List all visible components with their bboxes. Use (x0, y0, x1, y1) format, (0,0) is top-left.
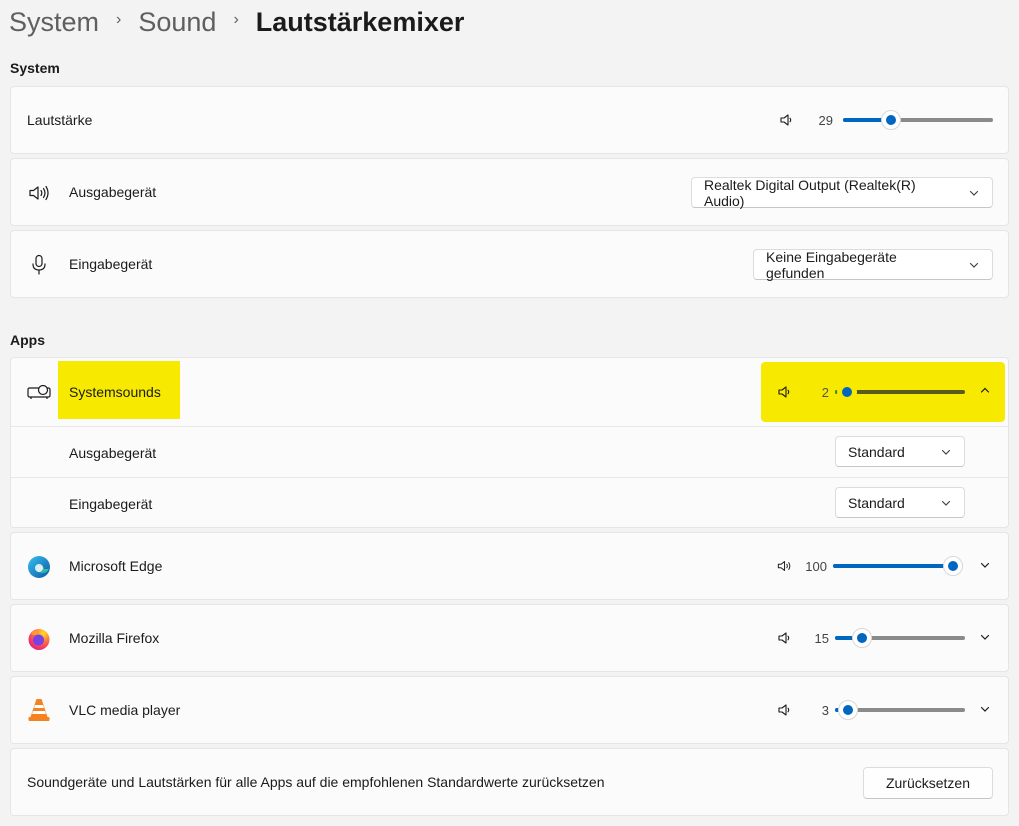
chevron-down-icon (979, 558, 991, 576)
app-output-dropdown[interactable]: Standard (835, 436, 965, 467)
speaker-low-icon[interactable] (777, 384, 793, 400)
slider-thumb[interactable] (880, 110, 901, 130)
app-volume-slider[interactable] (835, 628, 965, 648)
slider-thumb[interactable] (943, 556, 963, 576)
app-card-firefox: Mozilla Firefox 15 (10, 604, 1009, 672)
app-volume-control: 100 (777, 556, 963, 576)
speaker-low-icon[interactable] (777, 702, 793, 718)
master-volume-label: Lautstärke (27, 112, 93, 128)
app-volume-value: 100 (805, 558, 827, 574)
page-title: Lautstärkemixer (255, 6, 465, 37)
app-output-selected: Standard (848, 443, 905, 460)
expand-button[interactable] (971, 697, 999, 725)
expand-button[interactable] (971, 625, 999, 653)
master-volume-slider[interactable] (843, 110, 993, 130)
app-card-vlc: VLC media player 3 (10, 676, 1009, 744)
chevron-down-icon (968, 259, 980, 271)
output-device-label: Ausgabegerät (69, 184, 157, 200)
system-sounds-icon (26, 380, 54, 404)
chevron-down-icon (968, 187, 980, 199)
reset-description: Soundgeräte und Lautstärken für alle App… (27, 774, 605, 790)
section-title-apps: Apps (10, 332, 45, 348)
firefox-icon (27, 627, 51, 651)
app-volume-slider[interactable] (835, 382, 965, 402)
slider-thumb[interactable] (838, 700, 859, 720)
speaker-low-icon[interactable] (779, 112, 795, 128)
chevron-down-icon (940, 497, 952, 509)
slider-thumb[interactable] (851, 628, 872, 648)
reset-button[interactable]: Zurücksetzen (863, 767, 993, 799)
output-device-selected: Realtek Digital Output (Realtek(R) Audio… (704, 176, 916, 209)
slider-fill (833, 564, 953, 568)
output-device-dropdown[interactable]: Realtek Digital Output (Realtek(R) Audio… (691, 176, 993, 209)
app-volume-control: 15 (777, 628, 965, 648)
app-volume-value: 3 (821, 702, 829, 718)
breadcrumb-sound[interactable]: Sound (138, 7, 216, 38)
breadcrumb-separator-icon: › (233, 11, 239, 28)
master-volume-card: Lautstärke 29 (10, 86, 1009, 154)
slider-thumb[interactable] (837, 382, 858, 402)
chevron-down-icon (979, 702, 991, 720)
speaker-low-icon[interactable] (777, 630, 793, 646)
app-card-systemsounds: Systemsounds 2 Ausgabegerät Standard Ein… (10, 357, 1009, 528)
chevron-up-icon (979, 383, 991, 401)
output-device-card: Ausgabegerät Realtek Digital Output (Rea… (10, 158, 1009, 226)
input-device-selected: Keine Eingabegeräte gefunden (766, 248, 897, 281)
app-volume-slider[interactable] (833, 556, 963, 576)
master-volume-control: 29 (779, 110, 993, 130)
app-name-systemsounds: Systemsounds (69, 384, 161, 400)
app-input-label: Eingabegerät (69, 496, 153, 512)
app-volume-value: 2 (821, 384, 829, 400)
app-name-firefox: Mozilla Firefox (69, 630, 160, 646)
app-volume-slider[interactable] (835, 700, 965, 720)
chevron-down-icon (940, 446, 952, 458)
app-name-vlc: VLC media player (69, 702, 181, 718)
breadcrumb: System › Sound › Lautstärkemixer (9, 4, 464, 40)
app-card-edge: Microsoft Edge 100 (10, 532, 1009, 600)
edge-icon (27, 555, 51, 579)
section-title-system: System (10, 60, 60, 76)
app-volume-control: 3 (777, 700, 965, 720)
expand-button[interactable] (971, 553, 999, 581)
app-name-edge: Microsoft Edge (69, 558, 163, 574)
collapse-button[interactable] (971, 378, 999, 406)
input-device-dropdown[interactable]: Keine Eingabegeräte gefunden (753, 248, 993, 281)
microphone-icon (27, 253, 51, 277)
speaker-high-icon (27, 181, 51, 205)
speaker-high-icon[interactable] (777, 558, 793, 574)
vlc-icon (27, 698, 51, 722)
breadcrumb-system[interactable]: System (9, 7, 99, 38)
app-volume-control: 2 (777, 382, 965, 402)
master-volume-value: 29 (818, 112, 833, 128)
app-output-label: Ausgabegerät (69, 445, 157, 461)
reset-card: Soundgeräte und Lautstärken für alle App… (10, 748, 1009, 816)
input-device-card: Eingabegerät Keine Eingabegeräte gefunde… (10, 230, 1009, 298)
divider (11, 426, 1008, 427)
chevron-down-icon (979, 630, 991, 648)
input-device-label: Eingabegerät (69, 256, 153, 272)
app-input-selected: Standard (848, 494, 905, 511)
breadcrumb-separator-icon: › (116, 11, 122, 28)
divider (11, 477, 1008, 478)
app-volume-value: 15 (814, 630, 829, 646)
app-input-dropdown[interactable]: Standard (835, 487, 965, 518)
